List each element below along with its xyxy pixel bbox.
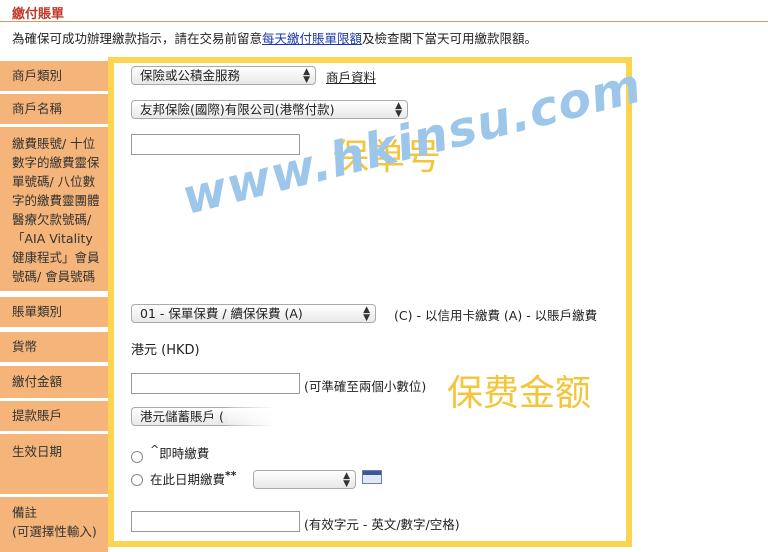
remarks-hint: (有效字元 - 英文/數字/空格) [304, 517, 460, 532]
intro-text-after: 及檢查閣下當天可用繳款限額。 [362, 31, 538, 46]
amount-hint: (可準確至兩個小數位) [304, 379, 427, 394]
redacted-account-number [228, 404, 384, 426]
account-no-label-line: 「AIA Vitality [12, 231, 93, 246]
select-arrows-icon: ▲ ▼ [363, 305, 370, 323]
account-no-label-line: 單號碼/ 八位數 [12, 174, 96, 189]
immediate-payment-prefix: ^ [150, 443, 160, 456]
account-no-label-line: 字的繳費靈團體 [12, 193, 100, 208]
merchant-info-link[interactable]: 商戶資料 [326, 67, 376, 86]
amount-label: 繳付金額 [0, 366, 108, 398]
debit-account-value: 港元儲蓄賬戶 ( [140, 409, 224, 424]
watermark-premium-amount: 保费金额 [447, 373, 592, 414]
scheduled-date-select[interactable]: ▲ ▼ [253, 470, 356, 489]
scheduled-payment-radio[interactable] [131, 474, 143, 486]
bill-type-label: 賬單類別 [0, 297, 108, 327]
account-no-label-line: 醫療欠款號碼/ [12, 212, 92, 227]
account-no-label: 繳費賬號/ 十位 數字的繳費靈保 單號碼/ 八位數 字的繳費靈團體 醫療欠款號碼… [0, 127, 108, 291]
debit-account-label: 提款賬戶 [0, 401, 108, 431]
bill-type-select[interactable]: 01 - 保單保費 / 續保保費 (A) ▲ ▼ [131, 304, 376, 323]
account-no-label-line: 繳費賬號/ 十位 [12, 136, 96, 151]
immediate-payment-label: ^即時繳費 [150, 443, 209, 462]
remarks-label: 備註 (可選擇性輸入) [0, 497, 108, 552]
currency-label: 貨幣 [0, 332, 108, 362]
merchant-name-value: 友邦保險(國際)有限公司(港幣付款) [140, 102, 335, 117]
merchant-category-value: 保險或公積金服務 [140, 68, 241, 83]
calendar-icon[interactable] [362, 470, 382, 484]
intro-text: 為確保可成功辦理繳款指示，請在交易前留意每天繳付賬單限額及檢查閣下當天可用繳款限… [12, 28, 537, 47]
scheduled-payment-suffix: ** [225, 469, 237, 482]
select-arrows-icon: ▲ ▼ [303, 67, 310, 85]
merchant-category-select[interactable]: 保險或公積金服務 ▲ ▼ [131, 66, 316, 85]
account-no-label-line: 健康程式」會員 [12, 250, 100, 265]
select-arrows-icon: ▲ ▼ [343, 471, 350, 489]
bill-type-note: (C) - 以信用卡繳費 (A) - 以賬戶繳費 [394, 308, 598, 323]
immediate-payment-text: 即時繳費 [159, 446, 210, 461]
account-no-label-line: 號碼/ 會員號碼 [12, 269, 96, 284]
remarks-label-line: (可選擇性輸入) [12, 524, 97, 539]
page-title: 繳付賬單 [12, 7, 65, 22]
merchant-category-label: 商戶類別 [0, 61, 108, 91]
account-no-label-line: 數字的繳費靈保 [12, 155, 100, 170]
immediate-payment-radio[interactable] [131, 451, 143, 463]
merchant-name-select[interactable]: 友邦保險(國際)有限公司(港幣付款) ▲ ▼ [131, 100, 408, 119]
amount-input[interactable] [131, 373, 300, 394]
effective-date-label: 生效日期 [0, 434, 108, 494]
remarks-label-line: 備註 [12, 505, 38, 520]
title-divider [0, 21, 768, 22]
scheduled-payment-text: 在此日期繳費 [150, 472, 226, 487]
currency-value: 港元 (HKD) [131, 343, 200, 358]
remarks-input[interactable] [131, 511, 300, 532]
bill-type-value: 01 - 保單保費 / 續保保費 (A) [140, 306, 303, 321]
intro-text-before: 為確保可成功辦理繳款指示，請在交易前留意 [12, 31, 263, 46]
merchant-name-label: 商戶名稱 [0, 94, 108, 124]
daily-limit-link[interactable]: 每天繳付賬單限額 [262, 31, 362, 46]
scheduled-payment-label: 在此日期繳費** [150, 469, 237, 488]
